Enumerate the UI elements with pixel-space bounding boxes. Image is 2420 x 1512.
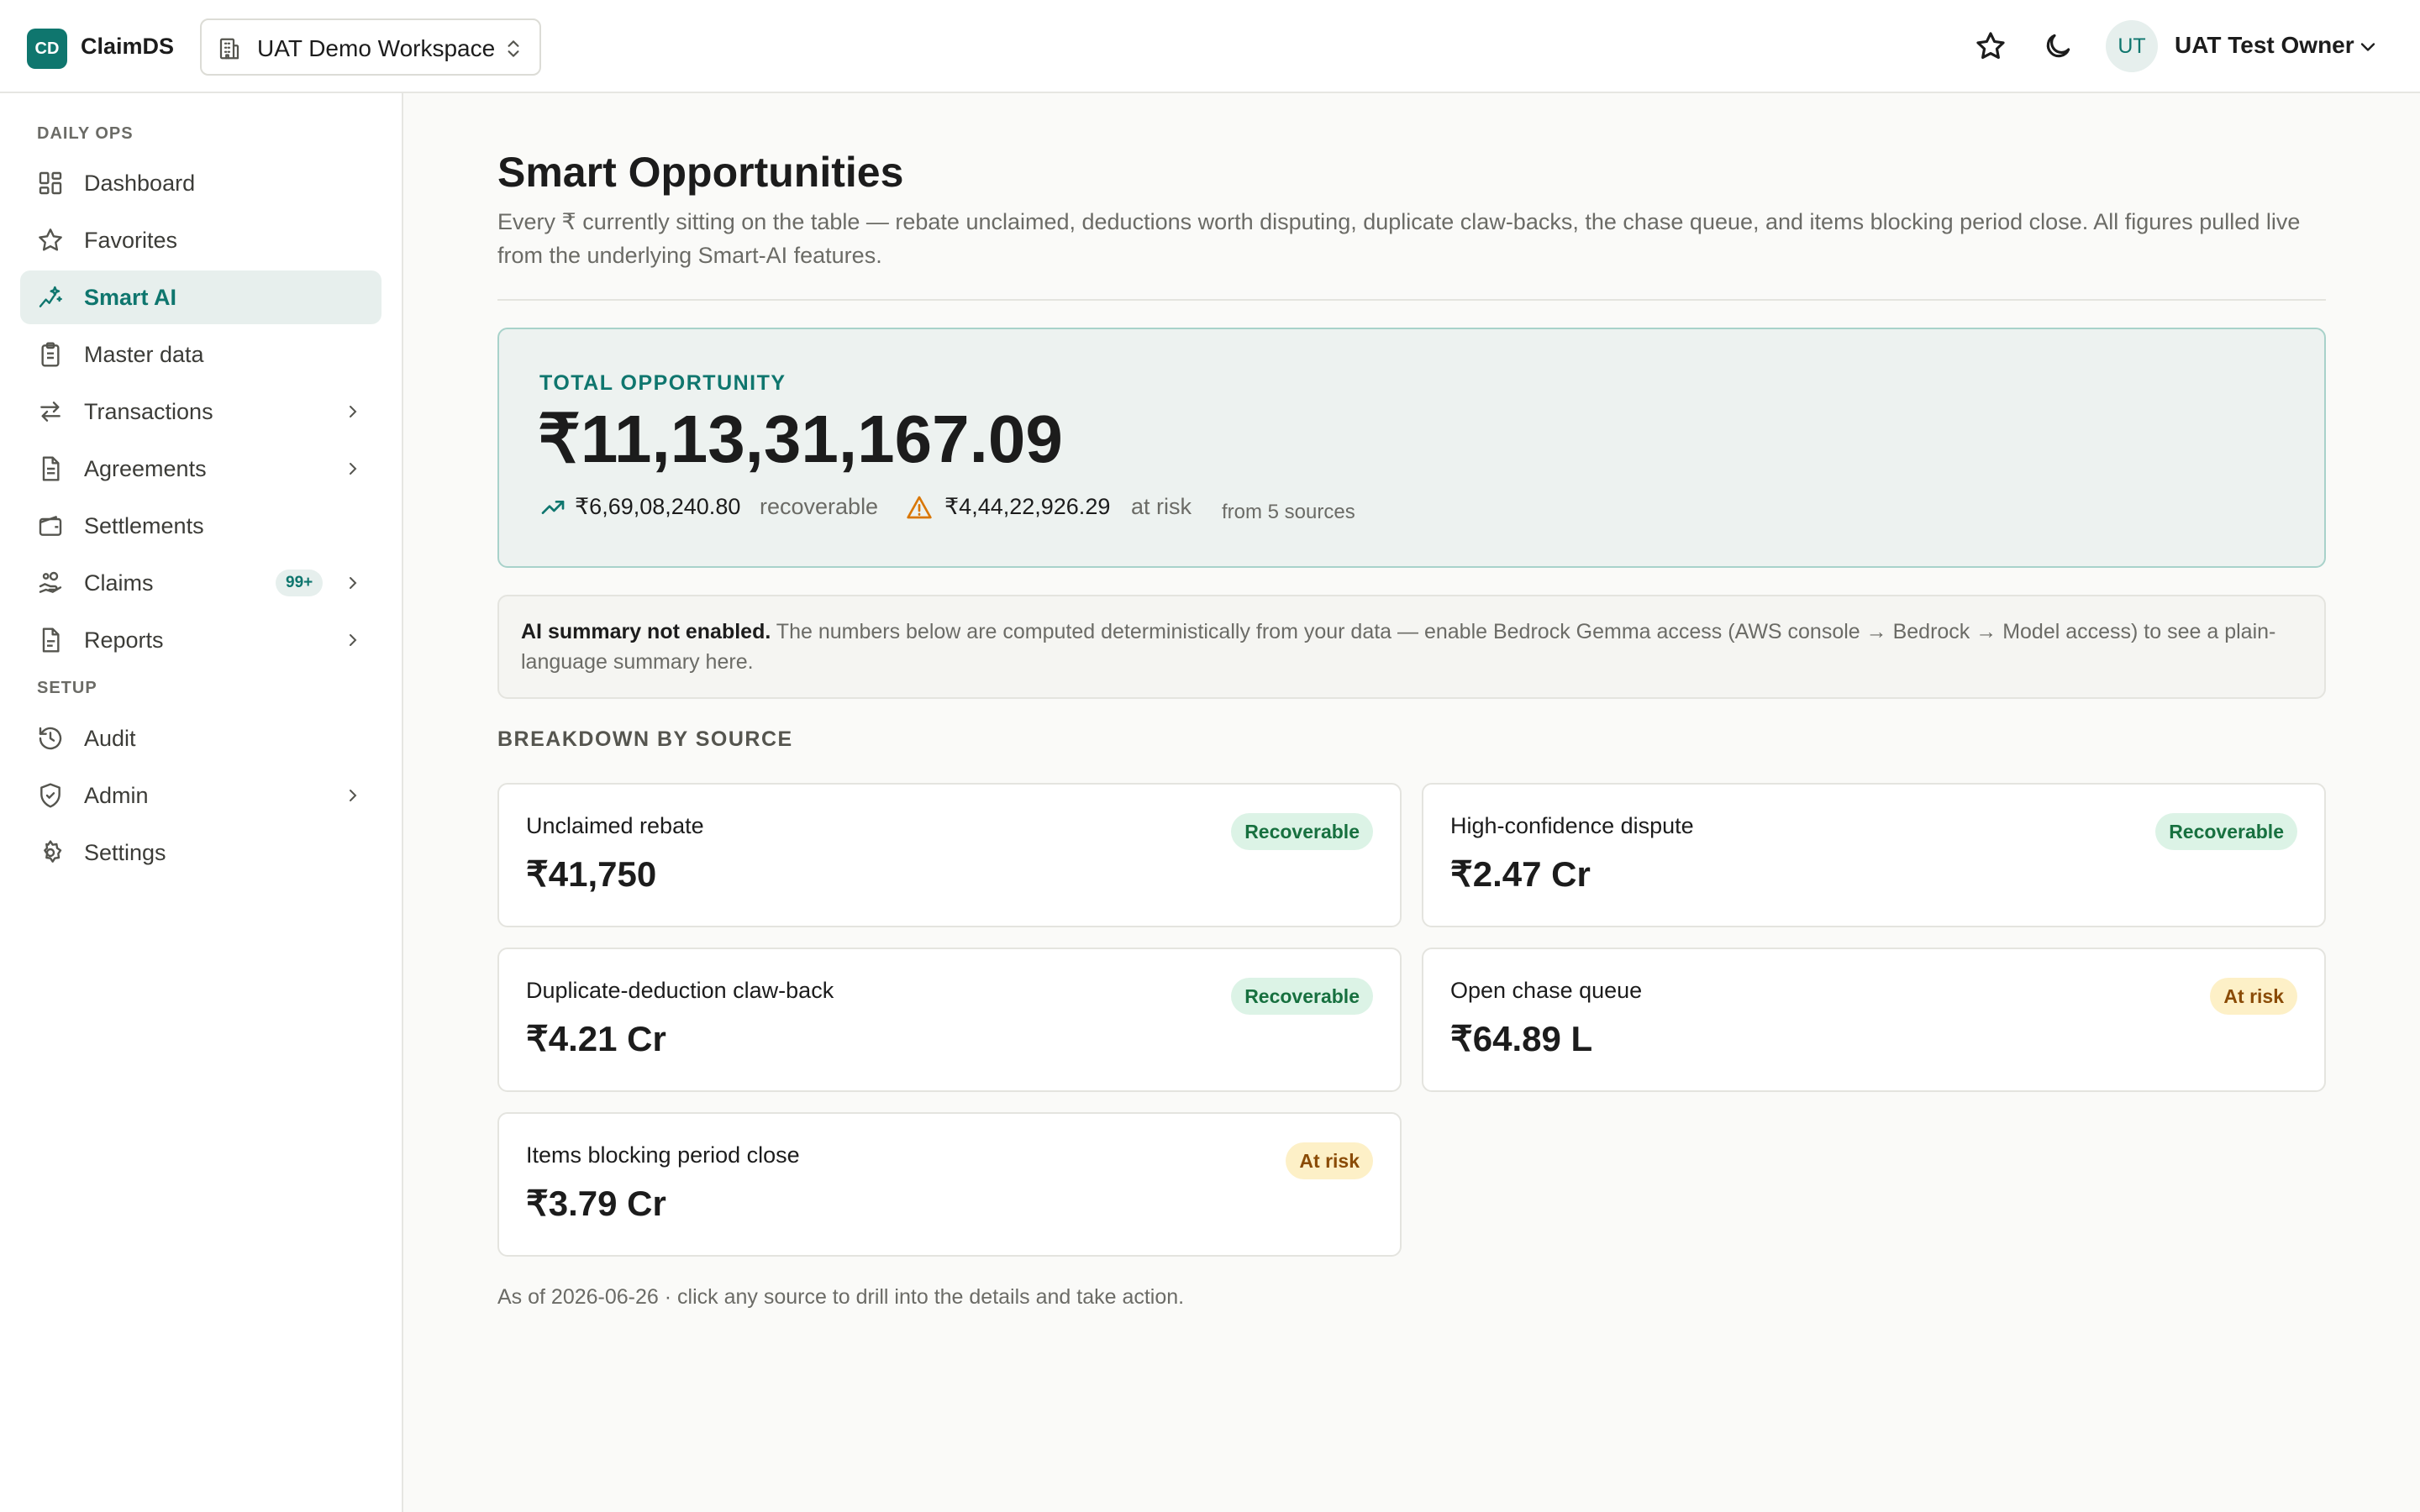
section-label-daily-ops: DAILY OPS xyxy=(37,124,134,143)
status-badge: Recoverable xyxy=(1231,813,1373,850)
total-opportunity-card: TOTAL OPPORTUNITY ₹11,13,31,167.09 ₹6,69… xyxy=(497,328,2326,568)
sidebar-item-audit[interactable]: Audit xyxy=(20,711,381,765)
sidebar-item-label: Settlements xyxy=(84,513,204,538)
sidebar-item-dashboard[interactable]: Dashboard xyxy=(20,156,381,210)
sources-count: from 5 sources xyxy=(1222,501,1355,523)
sidebar-item-favorites[interactable]: Favorites xyxy=(20,213,381,267)
page-description: Every ₹ currently sitting on the table —… xyxy=(497,209,2301,268)
sidebar: DAILY OPS Dashboard Favorites Smart AI M… xyxy=(0,93,403,1512)
source-card-items-blocking-close[interactable]: Items blocking period close ₹3.79 Cr At … xyxy=(497,1112,1402,1257)
sidebar-item-transactions[interactable]: Transactions xyxy=(20,385,381,438)
source-card-open-chase-queue[interactable]: Open chase queue ₹64.89 L At risk xyxy=(1422,948,2326,1092)
source-value: ₹41,750 xyxy=(526,854,657,894)
arrows-left-right-icon xyxy=(40,402,60,422)
sidebar-item-label: Transactions xyxy=(84,399,213,424)
top-bar: CD ClaimDS UAT Demo Workspace UT UAT Tes… xyxy=(0,0,2420,93)
source-value: ₹4.21 Cr xyxy=(526,1019,666,1058)
sidebar-item-label: Settings xyxy=(84,840,166,865)
history-icon xyxy=(39,727,62,750)
status-badge: At risk xyxy=(2210,978,2297,1015)
shield-check-icon xyxy=(40,783,60,808)
sidebar-item-settings[interactable]: Settings xyxy=(20,826,381,879)
chevron-right-icon xyxy=(350,577,357,589)
at-risk-label: at risk xyxy=(1131,494,1192,519)
claims-count-badge: 99+ xyxy=(276,570,324,596)
ai-summary-title: AI summary not enabled. xyxy=(521,620,771,643)
total-opportunity-breakdown: ₹6,69,08,240.80 recoverable ₹4,44,22,926… xyxy=(539,491,2220,524)
breakdown-heading: BREAKDOWN BY SOURCE xyxy=(497,727,793,751)
source-name: Unclaimed rebate xyxy=(526,813,704,838)
page-title: Smart Opportunities xyxy=(497,149,904,196)
clipboard-icon xyxy=(41,342,60,367)
document-icon xyxy=(42,456,60,481)
chevron-right-icon xyxy=(350,634,357,646)
user-name[interactable]: UAT Test Owner xyxy=(2175,32,2354,59)
chevrons-up-down-icon xyxy=(508,40,519,57)
chevron-right-icon xyxy=(350,463,357,475)
trending-up-icon xyxy=(541,501,565,514)
sidebar-item-label: Smart AI xyxy=(84,285,177,310)
status-badge: At risk xyxy=(1286,1142,1373,1179)
hand-coins-icon xyxy=(39,571,62,593)
source-name: High-confidence dispute xyxy=(1450,813,1694,838)
source-name: Duplicate-deduction claw-back xyxy=(526,978,834,1003)
status-badge: Recoverable xyxy=(1231,978,1373,1015)
sidebar-item-admin[interactable]: Admin xyxy=(20,769,381,822)
ai-summary-text: The numbers below are computed determini… xyxy=(521,620,2276,674)
sidebar-item-reports[interactable]: Reports xyxy=(20,613,381,667)
sidebar-item-claims[interactable]: Claims 99+ xyxy=(20,556,381,610)
status-badge: Recoverable xyxy=(2155,813,2297,850)
dashboard-icon xyxy=(39,171,62,195)
recoverable-label: recoverable xyxy=(760,494,879,519)
sidebar-item-label: Agreements xyxy=(84,456,207,481)
building-icon xyxy=(219,38,239,60)
sidebar-item-label: Reports xyxy=(84,627,164,653)
gear-icon xyxy=(44,840,62,863)
sidebar-item-label: Dashboard xyxy=(84,171,196,196)
avatar[interactable]: UT xyxy=(2106,20,2158,72)
star-icon xyxy=(39,228,62,251)
source-value: ₹64.89 L xyxy=(1450,1019,1593,1058)
workspace-switcher[interactable]: UAT Demo Workspace xyxy=(200,18,541,76)
sidebar-item-settlements[interactable]: Settlements xyxy=(20,499,381,553)
source-value: ₹3.79 Cr xyxy=(526,1184,666,1223)
brand-name[interactable]: ClaimDS xyxy=(81,34,174,60)
moon-icon[interactable] xyxy=(2042,30,2074,62)
report-icon xyxy=(42,627,60,653)
app-logo[interactable]: CD xyxy=(27,29,67,69)
chevron-right-icon xyxy=(350,790,357,801)
source-name: Open chase queue xyxy=(1450,978,1643,1003)
sidebar-item-label: Admin xyxy=(84,783,149,808)
source-name: Items blocking period close xyxy=(526,1142,800,1168)
divider xyxy=(497,299,2326,301)
sidebar-item-agreements[interactable]: Agreements xyxy=(20,442,381,496)
wallet-icon xyxy=(39,516,62,536)
source-card-high-confidence-dispute[interactable]: High-confidence dispute ₹2.47 Cr Recover… xyxy=(1422,783,2326,927)
section-label-setup: SETUP xyxy=(37,679,97,697)
total-opportunity-label: TOTAL OPPORTUNITY xyxy=(539,371,786,395)
recoverable-amount: ₹6,69,08,240.80 xyxy=(575,494,741,519)
total-opportunity-value: ₹11,13,31,167.09 xyxy=(538,402,1063,476)
chevron-down-icon[interactable] xyxy=(2356,35,2380,59)
warning-icon xyxy=(907,496,932,519)
chevron-right-icon xyxy=(350,406,357,417)
source-value: ₹2.47 Cr xyxy=(1450,854,1591,894)
footnote: As of 2026-06-26 · click any source to d… xyxy=(497,1285,1185,1309)
sparkles-icon xyxy=(39,286,62,307)
sidebar-item-label: Favorites xyxy=(84,228,178,253)
sidebar-item-label: Master data xyxy=(84,342,204,367)
ai-summary-notice: AI summary not enabled. The numbers belo… xyxy=(497,595,2326,699)
favorite-star-icon[interactable] xyxy=(1975,30,2007,62)
sidebar-item-label: Audit xyxy=(84,726,136,751)
workspace-name: UAT Demo Workspace xyxy=(257,35,496,61)
at-risk-amount: ₹4,44,22,926.29 xyxy=(944,494,1111,519)
sidebar-item-master-data[interactable]: Master data xyxy=(20,328,381,381)
source-card-unclaimed-rebate[interactable]: Unclaimed rebate ₹41,750 Recoverable xyxy=(497,783,1402,927)
sidebar-item-smart-ai[interactable]: Smart AI xyxy=(20,270,381,324)
sidebar-item-label: Claims xyxy=(84,570,154,596)
source-card-duplicate-deduction[interactable]: Duplicate-deduction claw-back ₹4.21 Cr R… xyxy=(497,948,1402,1092)
